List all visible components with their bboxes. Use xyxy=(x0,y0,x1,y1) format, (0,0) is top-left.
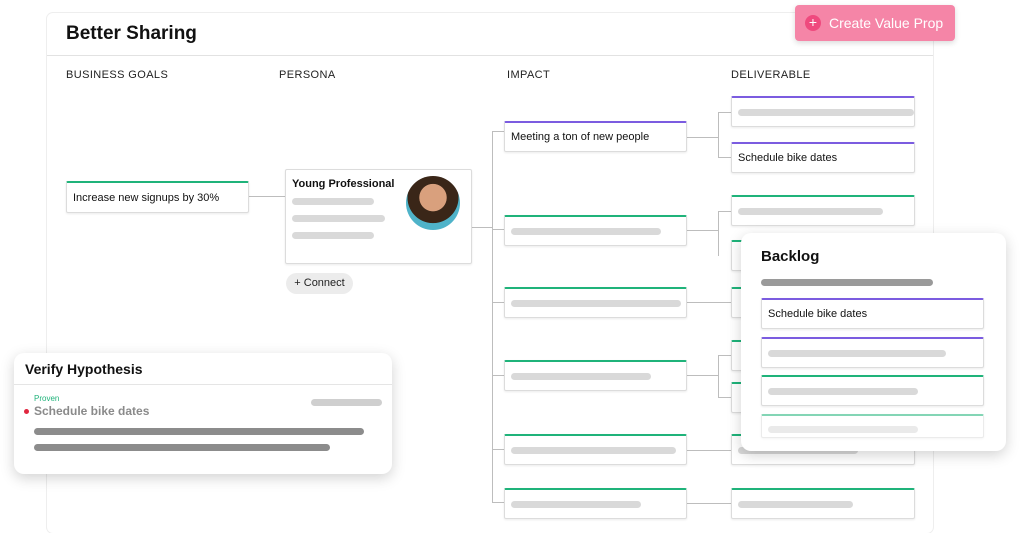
backlog-item[interactable] xyxy=(761,414,984,438)
backlog-item[interactable] xyxy=(761,375,984,406)
impact-card[interactable] xyxy=(504,360,687,391)
status-dot-icon xyxy=(24,409,29,414)
persona-card[interactable]: Young Professional xyxy=(285,169,472,264)
status-badge: Proven xyxy=(34,394,60,403)
business-goal-text: Increase new signups by 30% xyxy=(73,191,220,204)
divider xyxy=(14,384,392,385)
impact-card[interactable] xyxy=(504,488,687,519)
connector-line xyxy=(718,355,732,356)
column-header-deliverable: DELIVERABLE xyxy=(731,69,811,81)
verify-hypothesis-panel: Verify Hypothesis Proven Schedule bike d… xyxy=(14,353,392,474)
impact-card[interactable]: Meeting a ton of new people xyxy=(504,121,687,152)
placeholder-bar xyxy=(34,428,364,435)
placeholder-bar xyxy=(292,232,374,239)
backlog-title: Backlog xyxy=(761,248,820,265)
placeholder-bar xyxy=(738,109,914,116)
connector-line xyxy=(686,302,732,303)
impact-card[interactable] xyxy=(504,434,687,465)
column-header-persona: PERSONA xyxy=(279,69,336,81)
deliverable-card[interactable] xyxy=(731,488,915,519)
deliverable-card[interactable] xyxy=(731,195,915,226)
connector-line xyxy=(718,211,719,256)
connector-line xyxy=(718,211,732,212)
placeholder-bar xyxy=(761,279,933,286)
connector-line xyxy=(492,131,493,503)
backlog-item[interactable] xyxy=(761,337,984,368)
impact-text: Meeting a ton of new people xyxy=(511,131,650,143)
connector-line xyxy=(718,355,719,398)
placeholder-bar xyxy=(34,444,330,451)
placeholder-bar xyxy=(511,373,651,380)
column-header-impact: IMPACT xyxy=(507,69,551,81)
deliverable-card[interactable] xyxy=(731,96,915,127)
placeholder-bar xyxy=(311,399,382,406)
placeholder-bar xyxy=(511,447,676,454)
backlog-panel: Backlog Schedule bike dates xyxy=(741,233,1006,451)
connector-line xyxy=(718,397,732,398)
connector-line xyxy=(249,196,286,197)
business-goal-card[interactable]: Increase new signups by 30% xyxy=(66,181,249,213)
placeholder-bar xyxy=(738,208,883,215)
placeholder-bar xyxy=(768,388,918,395)
persona-avatar xyxy=(406,176,460,230)
connector-line xyxy=(718,112,719,158)
placeholder-bar xyxy=(511,228,661,235)
board-title: Better Sharing xyxy=(66,23,197,44)
column-header-business-goals: BUSINESS GOALS xyxy=(66,69,169,81)
connector-line xyxy=(686,503,732,504)
verify-hypothesis-title: Verify Hypothesis xyxy=(25,361,143,377)
deliverable-text: Schedule bike dates xyxy=(738,152,838,164)
impact-card[interactable] xyxy=(504,287,687,318)
persona-name: Young Professional xyxy=(292,178,395,190)
plus-icon: + xyxy=(805,15,821,31)
impact-card[interactable] xyxy=(504,215,687,246)
create-value-prop-label: Create Value Prop xyxy=(829,15,944,31)
placeholder-bar xyxy=(738,501,853,508)
placeholder-bar xyxy=(768,426,918,433)
placeholder-bar xyxy=(511,501,641,508)
connector-line xyxy=(686,375,718,376)
connect-button[interactable]: + Connect xyxy=(286,273,353,294)
hypothesis-item[interactable]: Schedule bike dates xyxy=(34,404,149,418)
placeholder-bar xyxy=(292,215,385,222)
connector-line xyxy=(718,112,732,113)
connector-line xyxy=(686,450,732,451)
backlog-item-text: Schedule bike dates xyxy=(768,308,868,320)
connector-line xyxy=(718,157,732,158)
placeholder-bar xyxy=(768,350,946,357)
backlog-item[interactable]: Schedule bike dates xyxy=(761,298,984,329)
connector-line xyxy=(686,230,718,231)
placeholder-bar xyxy=(511,300,681,307)
create-value-prop-button[interactable]: + Create Value Prop xyxy=(795,5,955,41)
connector-line xyxy=(472,227,492,228)
deliverable-card[interactable]: Schedule bike dates xyxy=(731,142,915,173)
placeholder-bar xyxy=(292,198,374,205)
connector-line xyxy=(686,137,718,138)
